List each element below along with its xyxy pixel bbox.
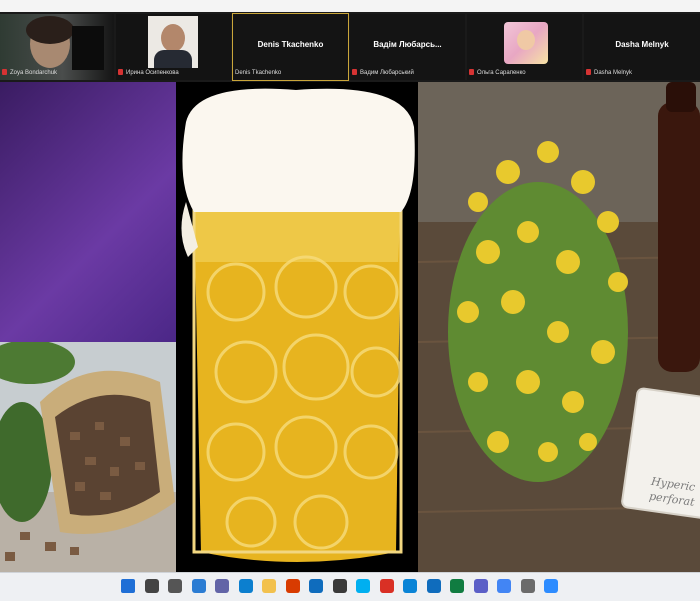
acrobat-icon[interactable] [379,579,394,593]
herb-tag-label: Hyperic perforat [648,474,697,509]
edge-icon[interactable] [238,579,253,593]
mic-muted-icon [118,69,123,76]
task-view-icon[interactable] [168,579,182,593]
participant-name: Ирина Осипенкова [126,70,179,76]
participant-name: Denis Tkachenko [235,70,282,76]
mic-muted-icon [352,69,357,76]
widgets-icon[interactable] [191,579,206,593]
outlook-icon[interactable] [426,579,441,593]
participant-tile-zoya[interactable]: Zoya Bondarchuk [0,14,114,80]
chrome-icon[interactable] [497,579,511,593]
search-icon[interactable] [144,579,159,593]
mic-muted-icon [469,69,474,76]
participant-tile-olga[interactable]: Ольга Сарапенко [467,14,582,80]
windows-start-icon[interactable] [121,579,135,593]
mic-muted-icon [2,69,7,76]
participant-tile-denis[interactable]: Denis Tkachenko Denis Tkachenko [232,13,349,81]
excel-icon[interactable] [450,579,464,593]
participant-strip: Zoya Bondarchuk Ирина Осипенкова Denis T… [0,12,700,82]
participant-tile-name: Denis Tkachenko [257,40,324,49]
participant-name: Dasha Melnyk [594,70,633,76]
purple-background-panel [0,82,176,342]
teams-icon[interactable] [473,579,488,593]
chat-icon[interactable] [215,579,229,593]
participant-name: Zoya Bondarchuk [10,70,58,76]
file-explorer-icon[interactable] [262,579,276,593]
participant-name: Ольга Сарапенко [477,70,526,76]
participant-tile-name: Вадім Любарсь... [373,40,442,49]
participant-label: Вадим Любарський [352,69,414,78]
participant-tile-vadym[interactable]: Вадім Любарсь... Вадим Любарський [350,14,465,80]
skype-icon[interactable] [356,579,370,593]
participant-name: Вадим Любарський [360,70,414,76]
participant-label: Ольга Сарапенко [469,69,526,78]
beer-mug-image [176,82,418,572]
taskbar [0,572,700,601]
shared-screen: Hyperic perforat [0,82,700,572]
participant-label: Zoya Bondarchuk [2,69,57,78]
participant-tile-dasha[interactable]: Dasha Melnyk Dasha Melnyk [584,14,700,80]
photos-icon[interactable] [403,579,417,593]
store-icon[interactable] [332,579,347,593]
window-title-bar [0,0,700,12]
settings-icon[interactable] [520,579,535,593]
participant-tile-name: Dasha Melnyk [615,40,669,49]
participant-label: Dasha Melnyk [586,69,632,78]
participant-label: Ирина Осипенкова [118,69,179,78]
mail-icon[interactable] [309,579,323,593]
participant-label: Denis Tkachenko [235,69,281,78]
st-johns-wort-image: Hyperic perforat [417,82,700,572]
mic-muted-icon [586,69,591,76]
participant-tile-iryna[interactable]: Ирина Осипенкова [116,14,231,80]
office-icon[interactable] [285,579,300,593]
zoom-icon[interactable] [544,579,558,593]
chair-shape [72,26,104,70]
